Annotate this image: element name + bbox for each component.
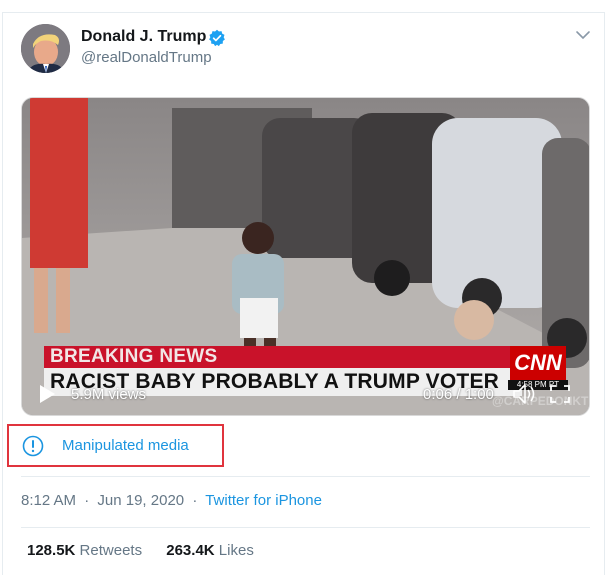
likes-stat[interactable]: 263.4K Likes — [166, 542, 254, 559]
tweet-source-link[interactable]: Twitter for iPhone — [205, 492, 322, 509]
cnn-logo: CNN — [510, 346, 566, 380]
verified-badge-icon — [209, 29, 225, 47]
view-count: 5.9M views — [71, 386, 147, 403]
breaking-news-text: BREAKING NEWS — [50, 346, 218, 367]
retweets-stat[interactable]: 128.5K Retweets — [27, 542, 142, 559]
play-icon[interactable] — [38, 384, 56, 404]
avatar[interactable] — [21, 24, 70, 73]
video-time: 0:06 / 1:00 — [423, 386, 494, 403]
user-handle[interactable]: @realDonaldTrump — [81, 49, 212, 66]
tweet-meta: 8:12 AM · Jun 19, 2020 · Twitter for iPh… — [21, 492, 322, 509]
display-name[interactable]: Donald J. Trump — [81, 28, 206, 46]
tweet-date[interactable]: Jun 19, 2020 — [97, 492, 184, 509]
fullscreen-icon[interactable] — [550, 385, 570, 403]
meta-separator: · — [84, 492, 90, 509]
video-player[interactable]: BREAKING NEWS RACIST BABY PROBABLY A TRU… — [21, 97, 590, 416]
breaking-news-banner: BREAKING NEWS — [44, 346, 522, 368]
chevron-down-icon[interactable] — [575, 28, 591, 42]
tweet-stats: 128.5K Retweets 263.4K Likes — [27, 542, 274, 559]
avatar-photo — [21, 24, 70, 73]
manipulated-media-label[interactable]: Manipulated media — [7, 424, 224, 467]
retweets-label: Retweets — [79, 542, 143, 559]
divider — [21, 476, 590, 477]
manipulated-media-link[interactable]: Manipulated media — [62, 437, 189, 454]
divider — [21, 527, 590, 528]
meta-separator: · — [192, 492, 198, 509]
watermark: @CARPEDONKTUM — [492, 394, 589, 408]
volume-icon[interactable] — [512, 383, 536, 405]
tweet-time[interactable]: 8:12 AM — [21, 492, 76, 509]
likes-label: Likes — [218, 542, 254, 559]
likes-count: 263.4K — [166, 542, 215, 559]
retweets-count: 128.5K — [27, 542, 76, 559]
exclamation-circle-icon[interactable] — [22, 435, 44, 457]
